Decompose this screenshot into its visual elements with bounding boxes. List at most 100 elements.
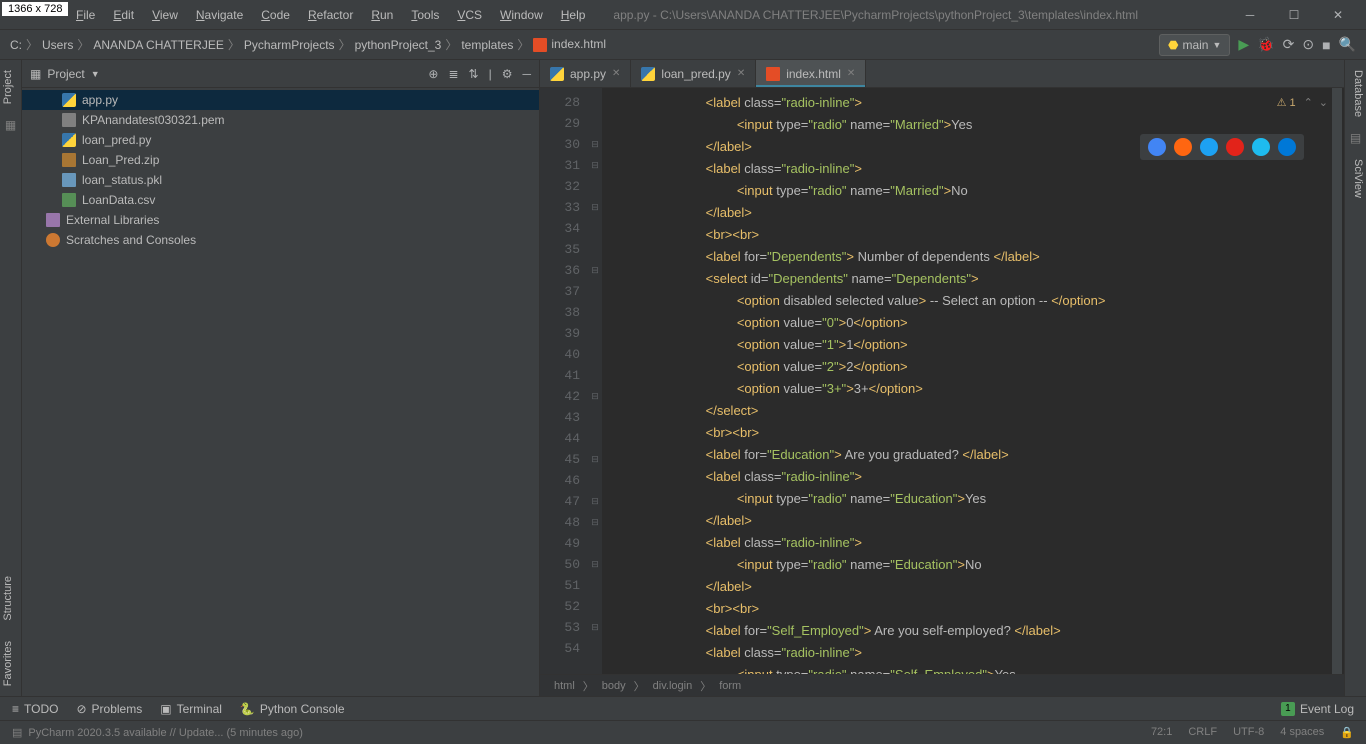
locate-file-button[interactable]: ⊕ [428,67,438,81]
fold-marker[interactable]: ⊟ [588,449,602,470]
prev-highlight-button[interactable]: ⌃ [1304,96,1313,109]
tree-file-item[interactable]: app.py [22,90,539,110]
breadcrumb-item[interactable]: pythonProject_3 [355,38,442,52]
editor-crumb[interactable]: body [602,680,626,692]
fold-marker[interactable]: ⊟ [588,260,602,281]
menu-tools[interactable]: Tools [403,4,447,26]
editor-body[interactable]: 2829303132333435363738394041424344454647… [540,88,1344,674]
structure-tool-tab[interactable]: Structure [0,566,21,631]
fold-marker[interactable]: ⊟ [588,491,602,512]
gutter-icon[interactable]: ▦ [0,114,21,136]
tab-close-button[interactable]: ✕ [737,68,745,79]
toolwindow-todo[interactable]: ≡TODO [12,702,58,716]
line-gutter[interactable]: 2829303132333435363738394041424344454647… [540,88,588,674]
minimize-button[interactable]: ─ [1230,1,1270,29]
maximize-button[interactable]: ☐ [1274,1,1314,29]
run-button[interactable]: ▶ [1238,36,1249,53]
toolwindow-terminal[interactable]: ▣Terminal [160,702,222,716]
fold-gutter[interactable]: ⊟⊟⊟⊟⊟⊟⊟⊟⊟⊟ [588,88,602,674]
fold-marker[interactable]: ⊟ [588,197,602,218]
breadcrumb-item[interactable]: templates [461,38,513,52]
fold-marker[interactable]: ⊟ [588,554,602,575]
fold-marker[interactable]: ⊟ [588,512,602,533]
fold-marker[interactable] [588,281,602,302]
settings-button[interactable]: ⚙ [502,67,513,81]
tree-lib-item[interactable]: External Libraries [22,210,539,230]
editor-crumb[interactable]: html [554,680,575,692]
fold-marker[interactable]: ⊟ [588,617,602,638]
editor-tab[interactable]: loan_pred.py✕ [631,60,756,87]
tab-close-button[interactable]: ✕ [847,68,855,79]
favorites-tool-tab[interactable]: Favorites [0,631,21,696]
search-everywhere-button[interactable]: 🔍 [1339,36,1356,53]
fold-marker[interactable] [588,407,602,428]
code-content[interactable]: <label class="radio-inline"> <input type… [602,88,1344,674]
menu-edit[interactable]: Edit [105,4,142,26]
fold-marker[interactable] [588,323,602,344]
tab-close-button[interactable]: ✕ [612,68,620,79]
menu-navigate[interactable]: Navigate [188,4,251,26]
browser-icon[interactable] [1226,138,1244,156]
breadcrumb-item[interactable]: C: [10,38,22,52]
database-tool-tab[interactable]: Database [1345,60,1366,127]
tree-file-item[interactable]: loan_pred.py [22,130,539,150]
tree-file-item[interactable]: KPAnandatest030321.pem [22,110,539,130]
sciview-tool-tab[interactable]: SciView [1345,149,1366,208]
event-log-button[interactable]: 1 Event Log [1281,702,1354,716]
fold-marker[interactable] [588,575,602,596]
editor-tab[interactable]: index.html✕ [756,60,866,87]
tree-file-item[interactable]: loan_status.pkl [22,170,539,190]
fold-marker[interactable] [588,344,602,365]
browser-icon[interactable] [1278,138,1296,156]
fold-marker[interactable] [588,428,602,449]
stop-button[interactable]: ■ [1322,37,1330,53]
menu-refactor[interactable]: Refactor [300,4,361,26]
menu-window[interactable]: Window [492,4,551,26]
tree-file-item[interactable]: LoanData.csv [22,190,539,210]
db-icon[interactable]: ▤ [1345,127,1366,149]
fold-marker[interactable] [588,176,602,197]
breadcrumb-item[interactable]: index.html [533,37,606,52]
run-coverage-button[interactable]: ⟳ [1283,36,1295,53]
browser-icon[interactable] [1200,138,1218,156]
menu-view[interactable]: View [144,4,186,26]
close-button[interactable]: ✕ [1318,1,1358,29]
fold-marker[interactable] [588,92,602,113]
scrollbar[interactable] [1332,88,1342,674]
editor-tab[interactable]: app.py✕ [540,60,631,87]
project-tool-tab[interactable]: Project [0,60,21,114]
hide-button[interactable]: ─ [522,67,531,81]
fold-marker[interactable]: ⊟ [588,386,602,407]
fold-marker[interactable] [588,113,602,134]
browser-icon[interactable] [1148,138,1166,156]
profile-button[interactable]: ⊙ [1302,36,1314,53]
menu-help[interactable]: Help [553,4,594,26]
menu-file[interactable]: File [68,4,103,26]
editor-crumb[interactable]: div.login [653,680,693,692]
browser-icon[interactable] [1252,138,1270,156]
menu-vcs[interactable]: VCS [449,4,490,26]
next-highlight-button[interactable]: ⌄ [1319,96,1328,109]
collapse-all-button[interactable]: ⇅ [469,67,479,81]
fold-marker[interactable] [588,218,602,239]
toolwindow-python-console[interactable]: 🐍Python Console [240,702,345,716]
fold-marker[interactable] [588,638,602,659]
status-message[interactable]: PyCharm 2020.3.5 available // Update... … [28,727,303,739]
breadcrumb-item[interactable]: PycharmProjects [244,38,335,52]
inspection-badge[interactable]: ⚠ 1 [1277,96,1296,109]
fold-marker[interactable]: ⊟ [588,155,602,176]
breadcrumb-item[interactable]: ANANDA CHATTERJEE [93,38,223,52]
menu-code[interactable]: Code [253,4,298,26]
debug-button[interactable]: 🐞 [1257,36,1274,53]
tree-file-item[interactable]: Loan_Pred.zip [22,150,539,170]
fold-marker[interactable] [588,302,602,323]
fold-marker[interactable] [588,365,602,386]
run-configuration[interactable]: ⬣ main ▼ [1159,34,1230,56]
breadcrumb-item[interactable]: Users [42,38,73,52]
expand-all-button[interactable]: ≣ [448,67,458,81]
dropdown-icon[interactable]: ▼ [91,69,100,79]
fold-marker[interactable] [588,470,602,491]
browser-icon[interactable] [1174,138,1192,156]
menu-run[interactable]: Run [363,4,401,26]
tree-lib-item[interactable]: Scratches and Consoles [22,230,539,250]
